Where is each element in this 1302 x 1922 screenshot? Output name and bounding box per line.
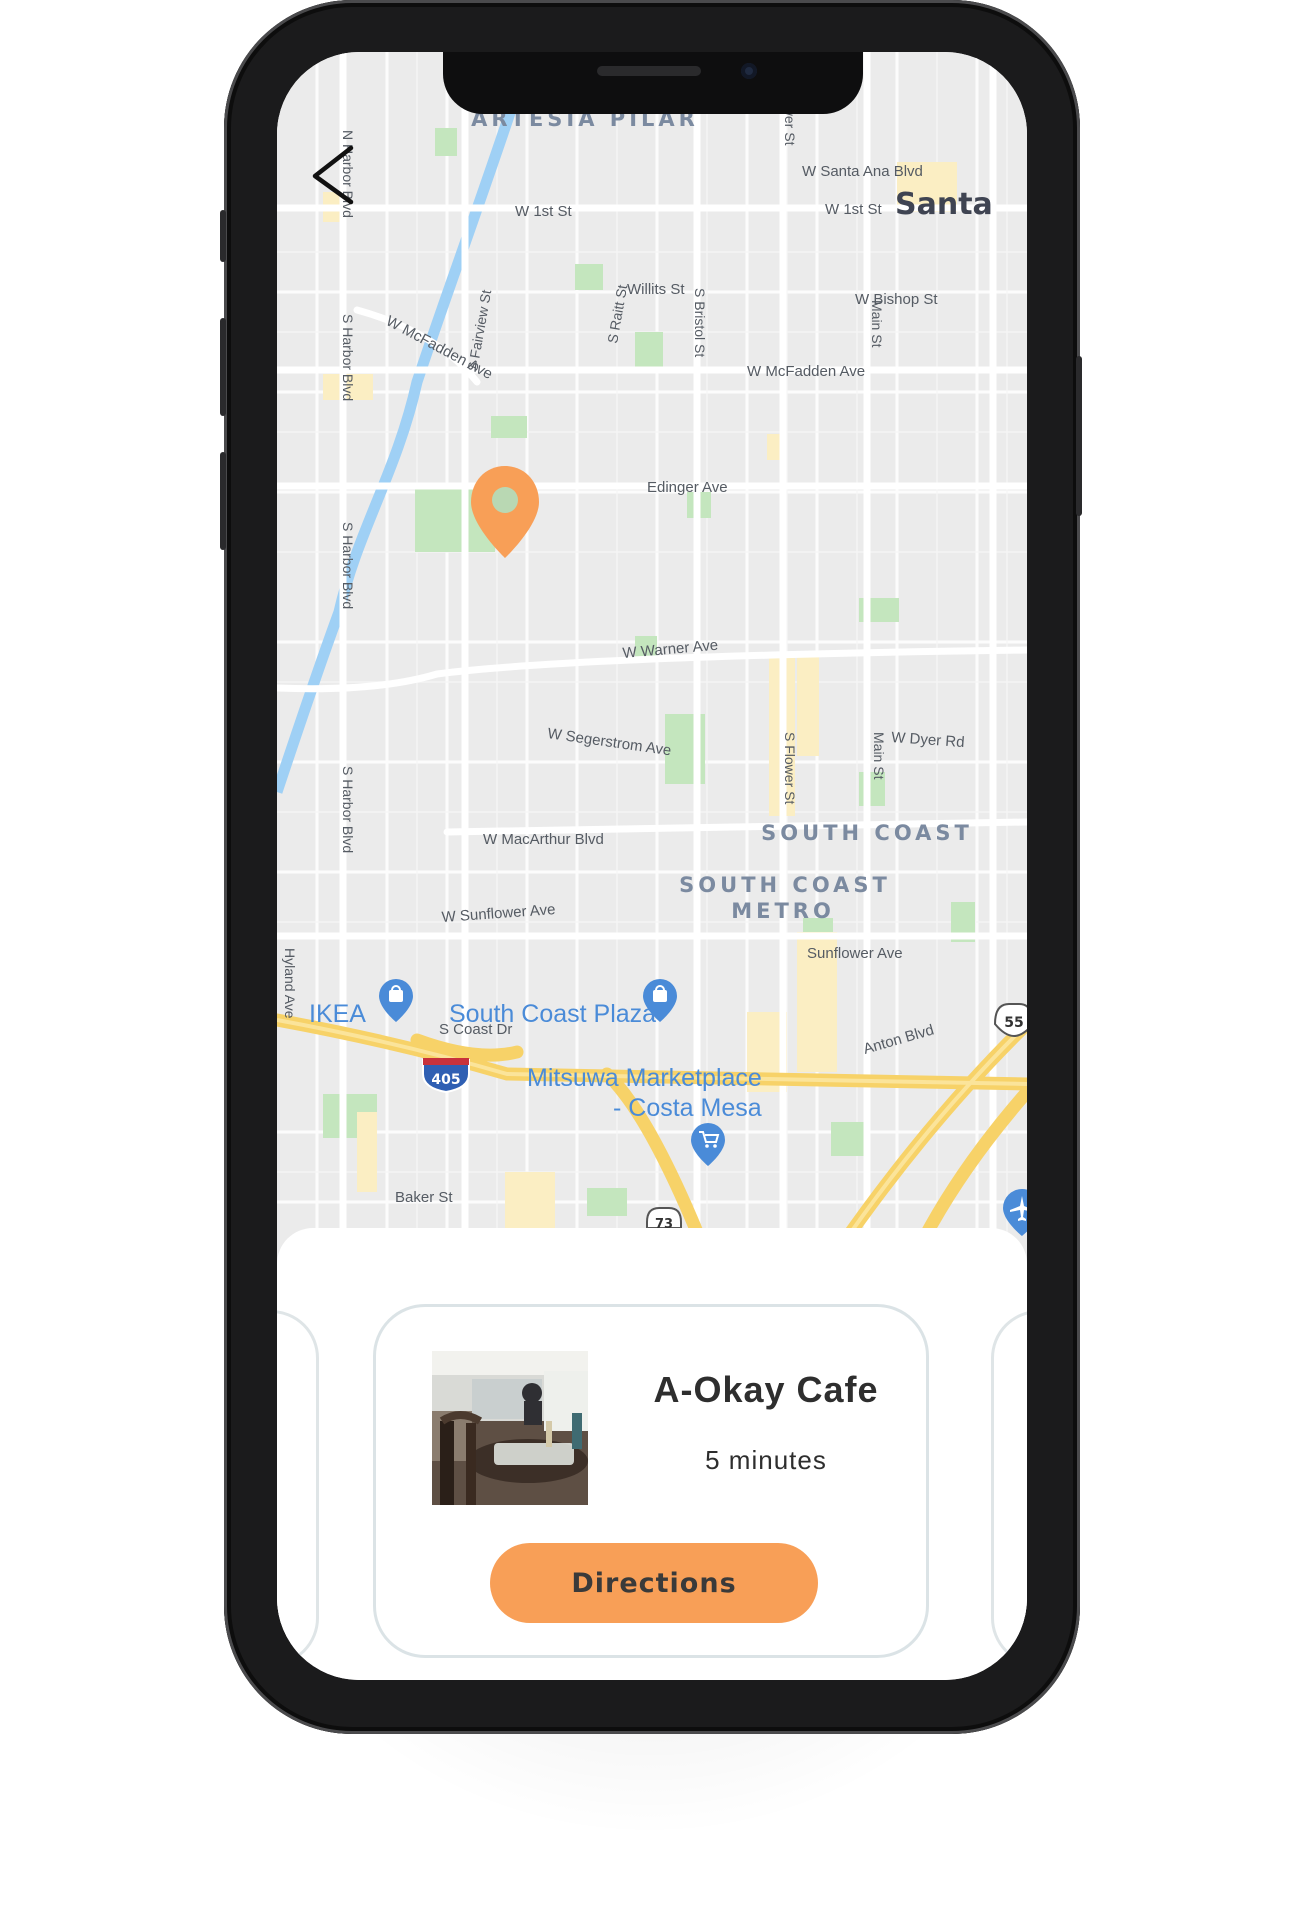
location-pin-icon[interactable]	[469, 464, 541, 560]
street-sunflower: Sunflower Ave	[807, 945, 903, 962]
street-s-bristol: S Bristol St	[692, 288, 708, 357]
earpiece-speaker	[597, 66, 701, 76]
street-s-harbor-3: S Harbor Blvd	[340, 766, 356, 853]
cafe-photo	[432, 1351, 588, 1505]
poi-label-mitsuwa-2: - Costa Mesa	[613, 1094, 762, 1122]
next-place-card[interactable]	[991, 1310, 1027, 1666]
back-chevron-icon	[312, 145, 354, 205]
street-w-mcfadden-b: W McFadden Ave	[747, 363, 865, 380]
street-main-2: Main St	[871, 732, 887, 780]
area-label-south-coast-metro-2: METRO	[731, 899, 835, 923]
street-edinger: Edinger Ave	[647, 479, 728, 496]
volume-up-button	[220, 318, 226, 416]
area-label-south-coast-metro-1: SOUTH COAST	[679, 873, 891, 897]
phone-notch	[443, 52, 863, 114]
phone-screen: ARTESIA PILAR SOUTH COAST SOUTH COAST ME…	[277, 52, 1027, 1680]
travel-time: 5 minutes	[705, 1445, 827, 1475]
interstate-405-shield: 405	[422, 1058, 470, 1094]
back-button[interactable]	[305, 140, 365, 210]
previous-place-card[interactable]	[277, 1310, 319, 1666]
city-label-santa: Santa	[895, 187, 993, 222]
svg-text:55: 55	[1004, 1015, 1023, 1031]
street-w-1st-a: W 1st St	[515, 203, 573, 220]
street-w-1st-b: W 1st St	[825, 201, 883, 218]
map-view[interactable]: ARTESIA PILAR SOUTH COAST SOUTH COAST ME…	[277, 52, 1027, 1282]
street-s-harbor-1: S Harbor Blvd	[340, 314, 356, 401]
front-camera	[741, 63, 757, 79]
volume-down-button	[220, 452, 226, 550]
street-s-flower: S Flower St	[782, 732, 798, 804]
place-card[interactable]: A-Okay Cafe 5 minutes Directions	[373, 1304, 929, 1658]
street-hyland: Hyland Ave	[282, 948, 298, 1019]
svg-text:405: 405	[431, 1072, 460, 1088]
mute-switch	[220, 210, 226, 262]
street-willits: Willits St	[627, 281, 685, 298]
poi-label-south-coast-plaza: South Coast Plaza	[449, 1000, 656, 1028]
poi-label-ikea: IKEA	[309, 1000, 366, 1028]
street-w-macarthur: W MacArthur Blvd	[483, 831, 604, 848]
street-w-bishop: W Bishop St	[855, 291, 938, 308]
area-label-south-coast: SOUTH COAST	[761, 821, 973, 845]
poi-label-mitsuwa-1: Mitsuwa Marketplace	[527, 1064, 762, 1092]
directions-button[interactable]: Directions	[490, 1543, 818, 1623]
street-baker: Baker St	[395, 1189, 453, 1206]
place-name: A-Okay Cafe	[653, 1369, 879, 1410]
street-w-santa-ana: W Santa Ana Blvd	[802, 163, 923, 180]
power-button	[1076, 356, 1082, 516]
street-s-harbor-2: S Harbor Blvd	[340, 522, 356, 609]
street-main-1: Main St	[869, 300, 885, 348]
